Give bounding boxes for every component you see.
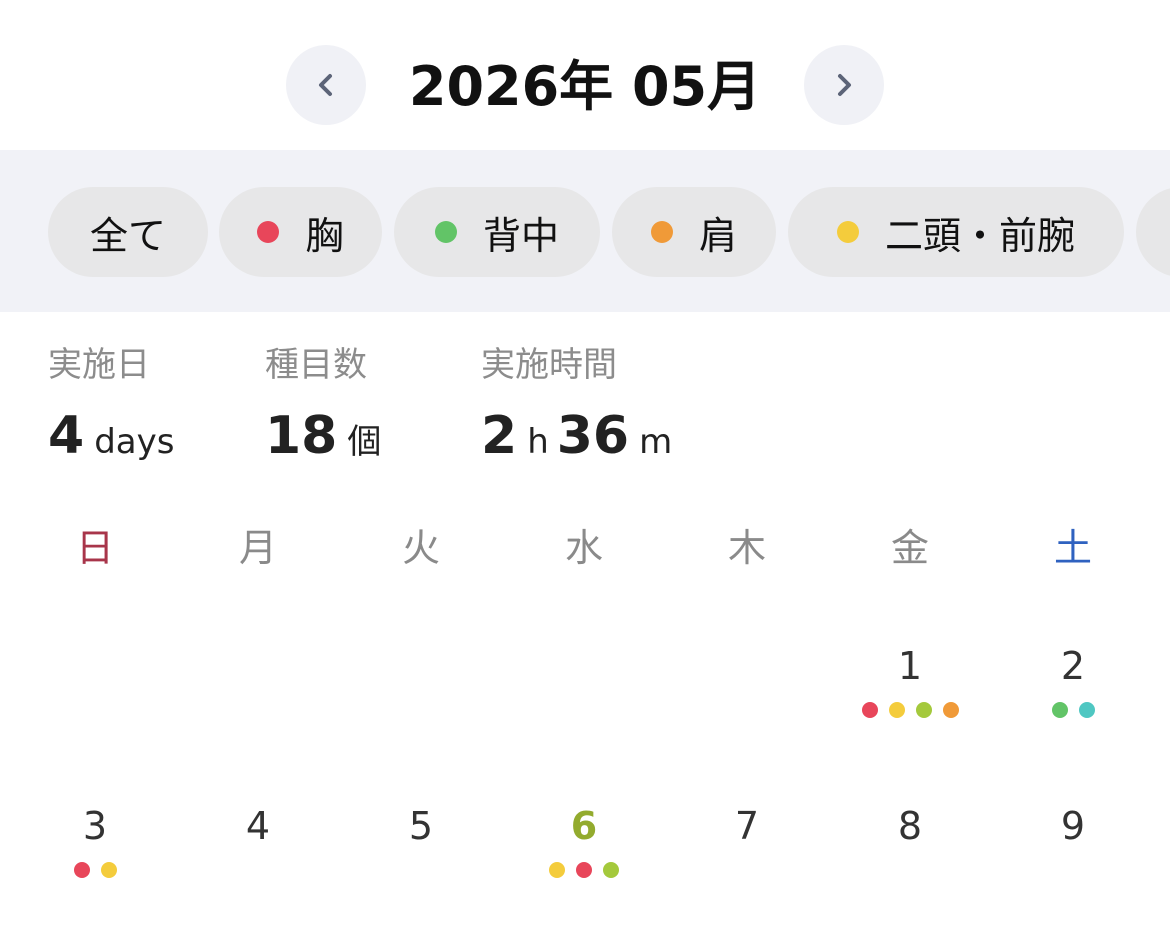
stat-number: 4 bbox=[48, 406, 85, 466]
filter-chip-all[interactable]: 全て bbox=[48, 187, 208, 277]
stat-label: 実施日 bbox=[48, 345, 150, 385]
filter-chip-more[interactable] bbox=[1136, 187, 1170, 277]
weekday-sat: 土 bbox=[1053, 526, 1092, 570]
workout-dot bbox=[549, 862, 565, 878]
day-number: 8 bbox=[897, 804, 923, 848]
workout-dot bbox=[73, 862, 90, 878]
day-number: 6 bbox=[570, 804, 598, 848]
filter-chip-chest[interactable]: 胸 bbox=[219, 187, 382, 277]
workout-dot bbox=[576, 862, 592, 878]
filter-chip-label: 胸 bbox=[305, 213, 344, 258]
weekday-wed: 水 bbox=[564, 526, 603, 570]
calendar-day[interactable]: 8 bbox=[830, 798, 990, 938]
weekday-tue: 火 bbox=[401, 526, 440, 570]
calendar-header: 2026年 05月 bbox=[0, 0, 1170, 150]
workout-dot bbox=[1078, 702, 1095, 718]
month-title: 2026年 05月 bbox=[408, 55, 762, 118]
chevron-left-icon bbox=[319, 74, 332, 96]
category-filter-bar[interactable]: 全て 胸 背中 肩 二頭・前腕 bbox=[0, 150, 1170, 312]
workout-dot bbox=[1051, 702, 1068, 718]
category-color-dot bbox=[650, 221, 673, 243]
workout-dot bbox=[861, 702, 878, 718]
category-color-dot bbox=[434, 221, 457, 243]
workout-dots bbox=[341, 862, 501, 878]
stat-hours-number: 2 bbox=[481, 406, 518, 466]
day-number: 5 bbox=[408, 804, 434, 848]
category-color-dot bbox=[257, 221, 280, 243]
chevron-right-icon bbox=[838, 74, 851, 96]
filter-chip-label: 全て bbox=[89, 213, 166, 258]
stat-unit: days bbox=[94, 422, 175, 462]
stat-unit: 個 bbox=[347, 422, 382, 462]
stat-minutes-unit: m bbox=[639, 422, 673, 462]
workout-dots bbox=[993, 862, 1153, 878]
workout-dots bbox=[993, 702, 1153, 718]
weekday-fri: 金 bbox=[890, 526, 929, 570]
prev-month-button[interactable] bbox=[286, 45, 366, 125]
workout-dots bbox=[504, 862, 664, 878]
next-month-button[interactable] bbox=[804, 45, 884, 125]
workout-dot bbox=[603, 862, 619, 878]
day-number: 7 bbox=[734, 804, 760, 848]
workout-dots bbox=[15, 862, 175, 878]
filter-chip-label: 背中 bbox=[482, 213, 559, 258]
stat-value: 4 days bbox=[48, 404, 182, 468]
calendar-day[interactable]: 9 bbox=[993, 798, 1153, 938]
filter-chip-back[interactable]: 背中 bbox=[394, 187, 600, 277]
day-number: 3 bbox=[82, 804, 108, 848]
weekday-thu: 木 bbox=[727, 526, 766, 570]
stat-number: 18 bbox=[265, 406, 338, 466]
calendar-day[interactable]: 5 bbox=[341, 798, 501, 938]
stat-minutes-number: 36 bbox=[556, 406, 630, 466]
stat-exercise-count: 種目数 18 個 bbox=[265, 340, 389, 468]
day-number: 4 bbox=[245, 804, 271, 848]
calendar-day-today[interactable]: 6 bbox=[504, 798, 664, 938]
day-number: 2 bbox=[1060, 644, 1086, 688]
workout-dot bbox=[915, 702, 932, 718]
weekday-sun: 日 bbox=[75, 526, 114, 570]
workout-dots bbox=[667, 862, 827, 878]
workout-dot bbox=[942, 702, 959, 718]
calendar-day[interactable]: 3 bbox=[15, 798, 175, 938]
filter-chip-label: 肩 bbox=[698, 213, 737, 258]
category-color-dot bbox=[836, 221, 859, 243]
filter-chip-label: 二頭・前腕 bbox=[884, 213, 1075, 258]
workout-dots bbox=[830, 702, 990, 718]
stat-label: 種目数 bbox=[265, 345, 367, 385]
calendar-day[interactable]: 2 bbox=[993, 638, 1153, 778]
stat-value: 2 h 36 m bbox=[481, 404, 680, 468]
stat-hours-unit: h bbox=[527, 422, 549, 462]
stat-workout-days: 実施日 4 days bbox=[48, 340, 182, 468]
workout-dots bbox=[830, 862, 990, 878]
weekday-mon: 月 bbox=[238, 526, 277, 570]
stat-workout-time: 実施時間 2 h 36 m bbox=[481, 340, 680, 468]
workout-dot bbox=[888, 702, 905, 718]
workout-dot bbox=[100, 862, 117, 878]
calendar-day[interactable]: 1 bbox=[830, 638, 990, 778]
stat-value: 18 個 bbox=[265, 404, 389, 468]
calendar-day[interactable]: 4 bbox=[178, 798, 338, 938]
filter-chip-biceps-forearm[interactable]: 二頭・前腕 bbox=[788, 187, 1124, 277]
stat-label: 実施時間 bbox=[481, 345, 617, 385]
day-number: 9 bbox=[1060, 804, 1086, 848]
filter-chip-shoulder[interactable]: 肩 bbox=[612, 187, 776, 277]
workout-dots bbox=[178, 862, 338, 878]
calendar-day[interactable]: 7 bbox=[667, 798, 827, 938]
day-number: 1 bbox=[897, 644, 923, 688]
